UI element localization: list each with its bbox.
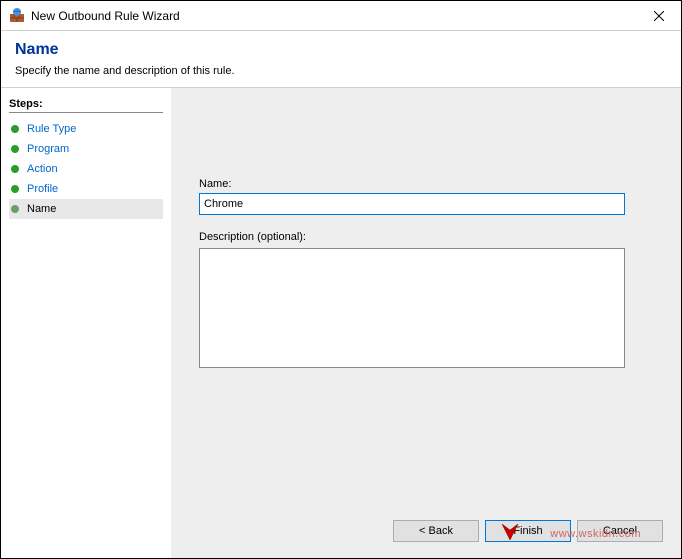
step-program[interactable]: Program	[9, 139, 163, 159]
bullet-icon	[11, 125, 19, 133]
wizard-header: Name Specify the name and description of…	[1, 31, 681, 88]
step-label: Name	[27, 203, 56, 215]
step-action[interactable]: Action	[9, 159, 163, 179]
page-title: Name	[15, 41, 667, 59]
description-label: Description (optional):	[199, 231, 653, 243]
step-label: Rule Type	[27, 123, 76, 135]
content-area: Steps: Rule Type Program Action Profile …	[1, 88, 681, 558]
main-panel: Name: Description (optional): < Back Fin…	[171, 88, 681, 558]
page-subtitle: Specify the name and description of this…	[15, 65, 667, 77]
bullet-icon	[11, 165, 19, 173]
step-label: Action	[27, 163, 58, 175]
name-input[interactable]	[199, 193, 625, 215]
step-label: Program	[27, 143, 69, 155]
description-field-block: Description (optional):	[199, 231, 653, 373]
step-profile[interactable]: Profile	[9, 179, 163, 199]
step-rule-type[interactable]: Rule Type	[9, 119, 163, 139]
close-button[interactable]	[639, 2, 679, 30]
titlebar: New Outbound Rule Wizard	[1, 1, 681, 31]
back-button[interactable]: < Back	[393, 520, 479, 542]
bullet-icon	[11, 185, 19, 193]
finish-button[interactable]: Finish	[485, 520, 571, 542]
firewall-icon	[9, 8, 25, 24]
cancel-button[interactable]: Cancel	[577, 520, 663, 542]
step-name[interactable]: Name	[9, 199, 163, 219]
bullet-icon	[11, 205, 19, 213]
steps-heading: Steps:	[9, 98, 163, 113]
steps-sidebar: Steps: Rule Type Program Action Profile …	[1, 88, 171, 558]
step-label: Profile	[27, 183, 58, 195]
name-field-block: Name:	[199, 178, 653, 215]
bullet-icon	[11, 145, 19, 153]
name-label: Name:	[199, 178, 653, 190]
window-title: New Outbound Rule Wizard	[31, 9, 639, 23]
button-bar: < Back Finish Cancel	[393, 520, 663, 542]
description-input[interactable]	[199, 248, 625, 368]
